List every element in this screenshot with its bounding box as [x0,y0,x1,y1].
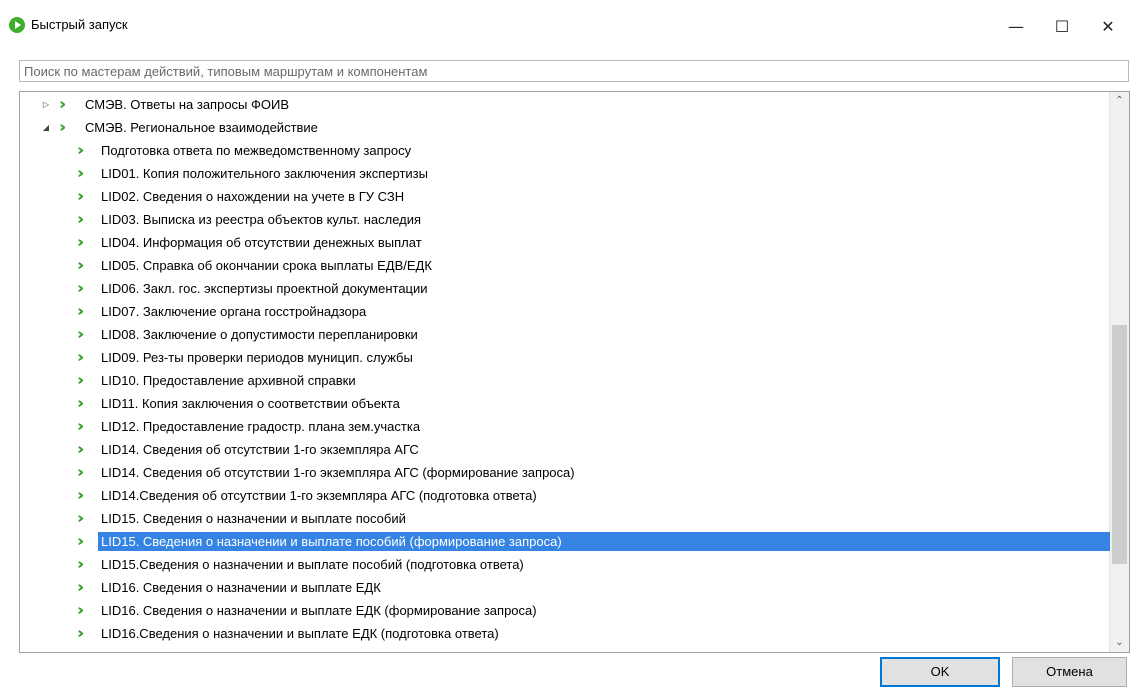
tree-item-label: LID15. Сведения о назначении и выплате п… [101,511,406,526]
tree-group[interactable]: ▷››СМЭВ. Ответы на запросы ФОИВ [20,93,1110,116]
tree-item-label: LID03. Выписка из реестра объектов культ… [101,212,422,227]
play-icon [9,17,25,33]
tree-item[interactable]: ››LID03. Выписка из реестра объектов кул… [20,208,1110,231]
tree-item-label: LID02. Сведения о нахождении на учете в … [101,189,405,204]
tree-item[interactable]: ››LID08. Заключение о допустимости переп… [20,323,1110,346]
scroll-up-icon[interactable]: ⌃ [1110,92,1129,110]
tree-item-label: LID16.Сведения о назначении и выплате ЕД… [101,626,499,641]
collapsed-arrow-icon[interactable]: ▷ [40,93,52,116]
expanded-arrow-icon[interactable]: ◢ [40,116,52,139]
cancel-button[interactable]: Отмена [1012,657,1127,687]
tree-item-label: LID15.Сведения о назначении и выплате по… [101,557,524,572]
tree-item[interactable]: ››LID16.Сведения о назначении и выплате … [20,622,1110,645]
tree-item[interactable]: ››LID16. Сведения о назначении и выплате… [20,576,1110,599]
tree-item[interactable]: ››LID11. Копия заключения о соответствии… [20,392,1110,415]
tree-item[interactable]: ››LID14. Сведения об отсутствии 1-го экз… [20,438,1110,461]
tree-item-label: LID05. Справка об окончании срока выплат… [101,258,432,273]
search-box [19,60,1129,82]
tree-item[interactable]: ››LID15. Сведения о назначении и выплате… [20,530,1110,553]
scroll-thumb[interactable] [1112,325,1127,564]
tree-item[interactable]: ››LID16. Сведения о назначении и выплате… [20,599,1110,622]
minimize-button[interactable]: — [993,0,1039,52]
title-bar: Быстрый запуск — ☐ ✕ [0,0,1131,52]
tree-item-label: LID14. Сведения об отсутствии 1-го экзем… [101,442,419,457]
tree-item[interactable]: ›› Подготовка ответа по межведомственном… [20,139,1110,162]
tree-item-label: Подготовка ответа по межведомственному з… [101,143,412,158]
tree-item[interactable]: ››LID09. Рез-ты проверки периодов муници… [20,346,1110,369]
maximize-button[interactable]: ☐ [1039,0,1085,52]
ok-button[interactable]: OK [880,657,1000,687]
tree-item[interactable]: ››LID10. Предоставление архивной справки [20,369,1110,392]
tree-item-label: LID07. Заключение органа госстройнадзора [101,304,367,319]
tree-item-label: LID06. Закл. гос. экспертизы проектной д… [101,281,428,296]
tree-item-label: СМЭВ. Региональное взаимодействие [85,120,318,135]
tree-item-label: LID08. Заключение о допустимости перепла… [101,327,418,342]
tree-item[interactable]: ››LID01. Копия положительного заключения… [20,162,1110,185]
tree-item-label: LID15. Сведения о назначении и выплате п… [98,532,1110,551]
window-title: Быстрый запуск [31,17,128,32]
tree-item[interactable]: ››LID14. Сведения об отсутствии 1-го экз… [20,461,1110,484]
tree-group[interactable]: ◢››СМЭВ. Региональное взаимодействие [20,116,1110,139]
tree-item[interactable]: ››LID15. Сведения о назначении и выплате… [20,507,1110,530]
tree-item[interactable]: ››LID07. Заключение органа госстройнадзо… [20,300,1110,323]
tree-item[interactable]: ››LID14.Сведения об отсутствии 1-го экзе… [20,484,1110,507]
close-button[interactable]: ✕ [1085,0,1131,52]
tree-item-label: LID14. Сведения об отсутствии 1-го экзем… [101,465,575,480]
tree-item[interactable]: ››LID06. Закл. гос. экспертизы проектной… [20,277,1110,300]
tree-item-label: LID11. Копия заключения о соответствии о… [101,396,400,411]
tree-item[interactable]: ››LID12. Предоставление градостр. плана … [20,415,1110,438]
tree-item-label: LID09. Рез-ты проверки периодов муницип.… [101,350,413,365]
search-input[interactable] [20,61,1128,81]
scroll-down-icon[interactable]: ⌄ [1110,634,1129,652]
tree-item-label: LID14.Сведения об отсутствии 1-го экземп… [101,488,537,503]
tree-view: ⌃ ⌄ ▷››СМЭВ. Ответы на запросы ФОИВ◢››СМ… [19,91,1130,653]
tree-item-label: LID12. Предоставление градостр. плана зе… [101,419,421,434]
tree-item-label: LID01. Копия положительного заключения э… [101,166,428,181]
tree-item-label: LID16. Сведения о назначении и выплате Е… [101,603,537,618]
tree-item-label: LID04. Информация об отсутствии денежных… [101,235,422,250]
tree-item-label: LID10. Предоставление архивной справки [101,373,356,388]
tree-item[interactable]: ››LID04. Информация об отсутствии денежн… [20,231,1110,254]
tree-item[interactable]: ››LID05. Справка об окончании срока выпл… [20,254,1110,277]
tree-item[interactable]: ››LID02. Сведения о нахождении на учете … [20,185,1110,208]
vertical-scrollbar[interactable]: ⌃ ⌄ [1109,92,1129,652]
tree-item-label: LID16. Сведения о назначении и выплате Е… [101,580,381,595]
tree-item-label: СМЭВ. Ответы на запросы ФОИВ [85,97,290,112]
tree-item[interactable]: ››LID15.Сведения о назначении и выплате … [20,553,1110,576]
